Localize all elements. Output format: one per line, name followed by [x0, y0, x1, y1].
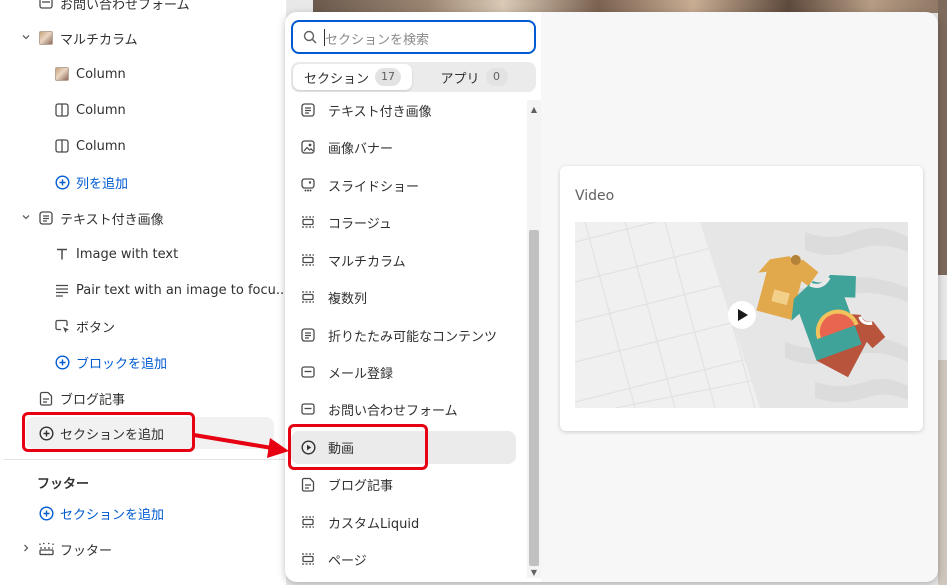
section-option-email-signup[interactable]: メール登録 — [300, 357, 393, 387]
section-option-label: カスタムLiquid — [328, 516, 420, 532]
section-option-label: ページ — [328, 553, 367, 569]
tab-count-badge: 0 — [485, 68, 508, 86]
footer-add-section-label: セクションを追加 — [60, 507, 165, 523]
chevron-down-icon[interactable] — [20, 32, 32, 45]
section-option-collage[interactable]: コラージュ — [300, 207, 392, 237]
column-icon — [54, 138, 70, 154]
section-option-label: お問い合わせフォーム — [328, 403, 458, 419]
sidebar-item-label: フッター — [60, 543, 113, 559]
blog-icon — [300, 476, 316, 492]
section-option-label: 画像バナー — [328, 141, 394, 157]
preview-photo-edge — [938, 0, 947, 275]
section-option-label: マルチカラム — [328, 254, 406, 270]
plus-circle-icon — [54, 174, 70, 190]
section-option-blog-posts[interactable]: ブログ記事 — [300, 469, 393, 499]
annotation-arrow-icon — [193, 433, 289, 458]
section-tabs: セクション 17 アプリ 0 — [291, 62, 536, 92]
section-option-multicolumn[interactable]: マルチカラム — [300, 245, 406, 275]
section-option-label: 折りたたみ可能なコンテンツ — [328, 329, 498, 345]
sidebar-item-label: ボタン — [76, 320, 116, 336]
text-image-icon — [300, 102, 316, 118]
section-option-contact-form[interactable]: お問い合わせフォーム — [300, 394, 458, 424]
contact-form-icon — [300, 401, 316, 417]
annotation-highlight-add-section — [22, 412, 195, 452]
tab-sections[interactable]: セクション 17 — [293, 64, 412, 90]
tab-label: アプリ — [440, 71, 480, 87]
section-option-multirow[interactable]: 複数列 — [300, 282, 367, 312]
section-option-image-banner[interactable]: 画像バナー — [300, 132, 393, 162]
text-type-icon — [54, 246, 70, 262]
sidebar-item-label: マルチカラム — [60, 32, 138, 48]
email-signup-icon — [300, 364, 316, 380]
add-column-label: 列を追加 — [76, 176, 129, 192]
section-option-image-with-text[interactable]: テキスト付き画像 — [300, 95, 432, 125]
section-option-page[interactable]: ページ — [300, 544, 367, 574]
image-banner-icon — [300, 139, 316, 155]
image-thumb-icon — [54, 66, 70, 82]
sidebar-item-label: ブログ記事 — [60, 392, 126, 408]
sidebar-item-label: お問い合わせフォーム — [60, 0, 190, 13]
section-search-input[interactable]: セクションを検索 — [291, 20, 536, 54]
tab-apps[interactable]: アプリ 0 — [414, 64, 534, 90]
liquid-icon — [300, 514, 316, 530]
page-icon — [300, 551, 316, 567]
sidebar-item-label: Image with text — [76, 246, 179, 262]
section-option-label: スライドショー — [328, 179, 420, 195]
chevron-down-icon[interactable] — [20, 212, 32, 225]
tab-count-badge: 17 — [375, 68, 401, 86]
button-icon — [54, 318, 70, 334]
sidebar-item-label: テキスト付き画像 — [60, 212, 164, 228]
footer-group-heading: フッター — [37, 477, 90, 492]
plus-circle-icon — [38, 505, 54, 521]
multicolumn-icon — [300, 252, 316, 268]
tab-label: セクション — [303, 71, 369, 87]
preview-title: Video — [575, 188, 615, 204]
collage-icon — [300, 214, 316, 230]
paragraph-icon — [54, 282, 70, 298]
section-option-slideshow[interactable]: スライドショー — [300, 170, 419, 200]
list-scrollbar-thumb[interactable] — [529, 230, 539, 566]
plus-circle-icon — [54, 354, 70, 370]
slideshow-icon — [300, 177, 316, 193]
section-option-label: メール登録 — [328, 366, 394, 382]
sidebar-item-label: Column — [76, 138, 126, 154]
mail-icon — [38, 0, 54, 11]
footer-icon — [38, 541, 54, 557]
section-option-label: テキスト付き画像 — [328, 104, 432, 120]
annotation-highlight-video — [288, 424, 428, 470]
column-icon — [54, 102, 70, 118]
text-image-icon — [38, 210, 54, 226]
section-option-label: ブログ記事 — [328, 478, 394, 494]
search-placeholder: セクションを検索 — [325, 33, 430, 48]
scroll-down-arrow-icon[interactable]: ▼ — [529, 568, 539, 578]
preview-photo-edge-lower — [938, 360, 947, 585]
search-icon — [303, 30, 317, 44]
scroll-up-arrow-icon[interactable]: ▲ — [529, 105, 539, 115]
sidebar-item-label: Column — [76, 102, 126, 118]
collapsible-icon — [300, 327, 316, 343]
image-thumb-icon — [38, 30, 54, 46]
video-preview-image — [575, 222, 908, 408]
section-option-custom-liquid[interactable]: カスタムLiquid — [300, 507, 419, 537]
section-option-collapsible-content[interactable]: 折りたたみ可能なコンテンツ — [300, 320, 497, 350]
blog-icon — [38, 390, 54, 406]
section-option-label: 複数列 — [328, 291, 368, 307]
add-block-label: ブロックを追加 — [76, 356, 168, 372]
sidebar-item-label: Pair text with an image to focu... — [76, 282, 289, 298]
multirow-icon — [300, 289, 316, 305]
section-option-label: コラージュ — [328, 216, 392, 232]
chevron-right-icon[interactable] — [20, 543, 32, 556]
sidebar-item-label: Column — [76, 66, 126, 82]
